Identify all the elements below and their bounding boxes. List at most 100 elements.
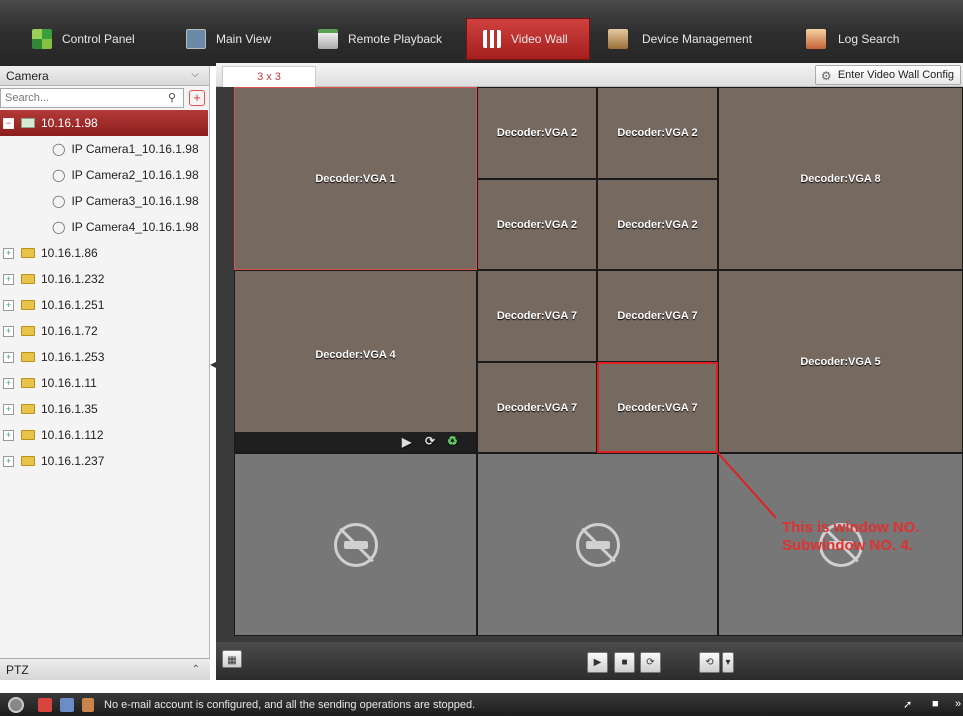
device-tree: − 10.16.1.98 ◯ IP Camera1_10.16.1.98 ◯ I… — [0, 110, 209, 474]
search-input[interactable] — [0, 88, 184, 108]
expand-icon[interactable]: + — [3, 403, 14, 415]
tab-video-wall[interactable]: Video Wall — [466, 18, 590, 60]
camera-icon: ◯ — [52, 220, 66, 234]
annotation-line: This is window NO. — [782, 519, 920, 536]
video-wall-icon — [483, 30, 501, 48]
tree-node-device[interactable]: + 10.16.1.112 — [0, 422, 209, 448]
tree-node-label: 10.16.1.86 — [41, 246, 98, 260]
folder-icon — [21, 326, 35, 336]
maximize-icon[interactable]: ■ — [932, 698, 939, 710]
tree-node-label: IP Camera2_10.16.1.98 — [71, 168, 199, 182]
play-button[interactable]: ▶ — [587, 652, 608, 673]
ptz-panel-header[interactable]: PTZ ⌃ — [0, 658, 210, 680]
folder-icon — [21, 274, 35, 284]
tab-main-view[interactable]: Main View — [186, 18, 298, 60]
tree-node-camera[interactable]: ◯ IP Camera2_10.16.1.98 — [0, 162, 209, 188]
tree-node-device[interactable]: + 10.16.1.253 — [0, 344, 209, 370]
tab-control-panel[interactable]: Control Panel — [32, 18, 182, 60]
tab-device-management[interactable]: Device Management — [608, 18, 788, 60]
alarm-icon[interactable] — [8, 696, 24, 713]
tree-node-label: 10.16.1.232 — [41, 272, 105, 286]
camera-icon: ◯ — [52, 168, 66, 182]
tree-node-camera[interactable]: ◯ IP Camera1_10.16.1.98 — [0, 136, 209, 162]
camera-header-label: Camera — [6, 68, 49, 83]
main-view-icon — [186, 29, 206, 49]
tree-node-label: 10.16.1.11 — [41, 376, 97, 390]
alert-icon[interactable] — [38, 697, 52, 712]
expand-icon[interactable]: + — [3, 247, 14, 259]
folder-icon — [21, 456, 35, 466]
tree-node-label: 10.16.1.112 — [41, 428, 104, 442]
expand-icon[interactable]: + — [3, 377, 14, 389]
camera-icon: ◯ — [52, 194, 66, 208]
remote-playback-icon — [318, 29, 338, 49]
pin-icon[interactable]: ➚ — [903, 698, 912, 711]
search-icon[interactable]: ⚲ — [163, 91, 181, 106]
tab-label: Log Search — [838, 32, 900, 46]
tree-node-device[interactable]: − 10.16.1.98 — [0, 110, 208, 136]
tree-node-label: 10.16.1.98 — [41, 116, 98, 130]
tree-node-label: IP Camera4_10.16.1.98 — [71, 220, 199, 234]
video-wall-area: 3 x 3 ⚙ Enter Video Wall Config Decoder:… — [216, 63, 963, 680]
tree-node-label: 10.16.1.35 — [41, 402, 98, 416]
tree-node-device[interactable]: + 10.16.1.232 — [0, 266, 209, 292]
expand-icon[interactable]: + — [3, 273, 14, 285]
tree-node-label: IP Camera3_10.16.1.98 — [71, 194, 199, 208]
annotation-text: This is window NO. Subwindow NO. 4. — [782, 519, 920, 555]
expand-icon[interactable]: + — [3, 455, 14, 467]
device-icon — [21, 118, 35, 128]
stop-button[interactable]: ■ — [614, 652, 635, 673]
expand-icon[interactable]: + — [3, 429, 14, 441]
camera-icon: ◯ — [52, 142, 66, 156]
folder-icon — [21, 404, 35, 414]
folder-icon — [21, 248, 35, 258]
tab-remote-playback[interactable]: Remote Playback — [318, 18, 458, 60]
chevron-down-icon[interactable]: ⌵ — [191, 69, 199, 80]
tree-node-device[interactable]: + 10.16.1.72 — [0, 318, 209, 344]
tree-node-camera[interactable]: ◯ IP Camera3_10.16.1.98 — [0, 188, 209, 214]
tree-node-device[interactable]: + 10.16.1.11 — [0, 370, 209, 396]
tree-node-device[interactable]: + 10.16.1.251 — [0, 292, 209, 318]
tree-node-camera[interactable]: ◯ IP Camera4_10.16.1.98 — [0, 214, 209, 240]
folder-icon — [21, 378, 35, 388]
refresh-button[interactable]: ⟳ — [640, 652, 661, 673]
tree-node-label: 10.16.1.253 — [41, 350, 105, 364]
tree-node-label: 10.16.1.251 — [41, 298, 105, 312]
expand-icon[interactable]: » — [955, 698, 961, 710]
tree-node-label: IP Camera1_10.16.1.98 — [71, 142, 199, 156]
tab-label: Control Panel — [62, 32, 135, 46]
monitor-icon[interactable] — [60, 697, 74, 712]
expand-icon[interactable]: + — [3, 325, 14, 337]
tree-node-device[interactable]: + 10.16.1.35 — [0, 396, 209, 422]
speaker-icon[interactable] — [82, 697, 94, 712]
tab-label: Main View — [216, 32, 272, 46]
ptz-header-label: PTZ — [6, 662, 29, 677]
add-icon[interactable]: + — [189, 90, 205, 106]
expand-icon[interactable]: + — [3, 299, 14, 311]
tab-label: Remote Playback — [348, 32, 443, 46]
status-message: No e-mail account is configured, and all… — [104, 698, 476, 711]
camera-panel-header[interactable]: Camera ⌵ — [0, 66, 209, 86]
chevron-up-icon[interactable]: ⌃ — [192, 664, 200, 675]
annotation-line: Subwindow NO. 4. — [782, 537, 913, 554]
search-row: ⚲ + — [0, 87, 209, 109]
camera-panel: Camera ⌵ ⚲ + − 10.16.1.98 ◯ IP Camera1_1… — [0, 66, 210, 680]
folder-icon — [21, 300, 35, 310]
cycle-dropdown-button[interactable]: ▾ — [722, 652, 734, 673]
status-bar: No e-mail account is configured, and all… — [0, 693, 963, 716]
collapse-icon[interactable]: − — [3, 117, 14, 129]
cycle-button[interactable]: ⟲ — [699, 652, 720, 673]
annotation-arrow — [717, 452, 777, 519]
device-management-icon — [608, 29, 628, 49]
folder-icon — [21, 430, 35, 440]
control-panel-icon — [32, 29, 52, 49]
tab-label: Device Management — [642, 32, 753, 46]
tab-log-search[interactable]: Log Search — [806, 18, 946, 60]
expand-icon[interactable]: + — [3, 351, 14, 363]
tree-node-device[interactable]: + 10.16.1.237 — [0, 448, 209, 474]
layout-icon[interactable]: ▦ — [222, 650, 242, 668]
tree-node-device[interactable]: + 10.16.1.86 — [0, 240, 209, 266]
tree-node-label: 10.16.1.72 — [41, 324, 98, 338]
folder-icon — [21, 352, 35, 362]
tree-node-label: 10.16.1.237 — [41, 454, 105, 468]
